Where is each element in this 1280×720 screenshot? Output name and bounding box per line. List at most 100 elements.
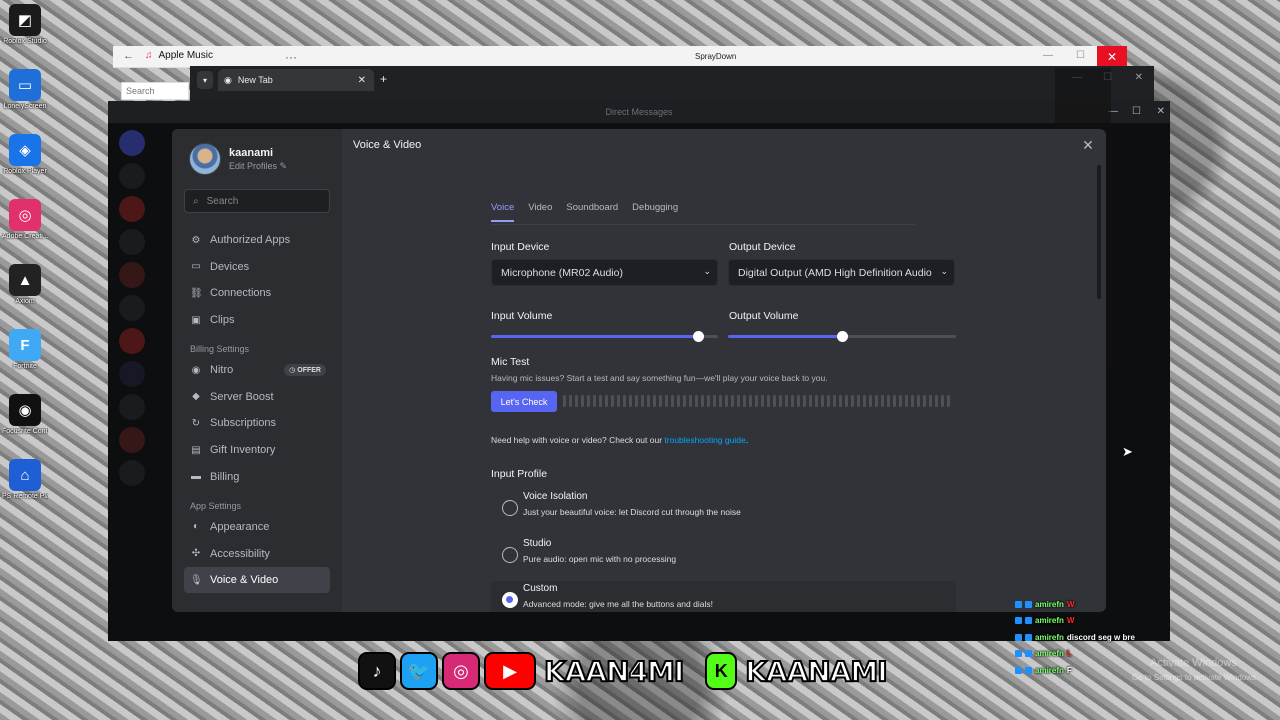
tab-soundboard[interactable]: Soundboard (566, 202, 618, 222)
nav-authorized-apps[interactable]: ⚙ Authorized Apps (184, 227, 330, 253)
desktop-icon-focusrite[interactable]: ◉Focusrite Control (2, 394, 48, 459)
back-arrow-icon[interactable]: ← (123, 50, 134, 62)
output-volume-slider[interactable] (728, 331, 956, 342)
tab-search-icon[interactable]: ▾ (197, 71, 213, 89)
meter-bar (635, 395, 638, 407)
lets-check-button[interactable]: Let's Check (491, 391, 557, 412)
app-settings-heading: App Settings (190, 500, 242, 511)
nav-server-boost[interactable]: ◆ Server Boost (184, 384, 330, 410)
desktop-icon-adobe[interactable]: ◎ Adobe Creati... (2, 199, 48, 264)
meter-bar (791, 395, 794, 407)
settings-nav: ⚙ Authorized Apps ▭ Devices ⛓ Connections ▣… (184, 227, 330, 594)
nav-accessibility[interactable]: ✣ Accessibility (184, 541, 330, 567)
maximize-icon[interactable]: ☐ (1132, 106, 1141, 117)
badge-icon (1015, 617, 1022, 625)
input-volume-slider[interactable] (491, 331, 718, 342)
microphone-icon: 🎙 (190, 574, 203, 586)
nav-appearance[interactable]: ◐ Appearance (184, 514, 330, 540)
tab-video[interactable]: Video (528, 202, 552, 222)
desktop-icon-lonelyscreen[interactable]: ▭ LonelyScreen (2, 69, 48, 134)
settings-search-input[interactable]: ⌕ Search (184, 189, 330, 213)
meter-bar (833, 395, 836, 407)
nav-billing[interactable]: ▬ Billing (184, 464, 330, 490)
nav-gift-inventory[interactable]: ▤ Gift Inventory (184, 437, 330, 463)
meter-bar (947, 395, 950, 407)
chrome-tab[interactable]: ◉ New Tab ✕ (218, 69, 374, 91)
profile-custom[interactable]: Custom Advanced mode: give me all the bu… (491, 581, 956, 612)
more-icon[interactable]: ··· (285, 50, 297, 64)
discord-titlebar: Direct Messages — ☐ ✕ (108, 101, 1170, 123)
close-icon[interactable]: ✕ (1157, 106, 1165, 117)
profile-studio[interactable]: Studio Pure audio: open mic with no proc… (491, 536, 956, 576)
nav-subscriptions[interactable]: ↻ Subscriptions (184, 410, 330, 436)
meter-bar (581, 395, 584, 407)
meter-bar (689, 395, 692, 407)
output-volume-handle[interactable] (837, 331, 848, 342)
tab-debugging[interactable]: Debugging (632, 202, 678, 222)
chat-message: amirefn W (1015, 596, 1175, 613)
meter-bar (587, 395, 590, 407)
input-profile-title: Input Profile (491, 468, 548, 480)
meter-bar (605, 395, 608, 407)
desktop-icon-fortnite[interactable]: F Fortnite (2, 329, 48, 394)
edit-profiles-link[interactable]: Edit Profiles ✎ (229, 161, 287, 172)
meter-bar (617, 395, 620, 407)
desktop-icons: ◩ Roblox Studio ▭ LonelyScreen ◈ Roblox Pla… (2, 4, 48, 524)
nav-clips[interactable]: ▣ Clips (184, 307, 330, 333)
radio-button[interactable] (502, 500, 518, 516)
scrollbar[interactable] (1097, 165, 1101, 299)
desktop-icon-ps-remote[interactable]: ⌂PS Remote Play (2, 459, 48, 524)
tab-voice[interactable]: Voice (491, 202, 515, 222)
boost-icon: ◆ (192, 391, 200, 403)
meter-bar (857, 395, 860, 407)
close-icon[interactable]: ✕ (1081, 138, 1095, 152)
minimize-icon[interactable]: — (1043, 50, 1053, 61)
meter-bar (599, 395, 602, 407)
meter-bar (803, 395, 806, 407)
desktop-icon-roblox-studio[interactable]: ◩ Roblox Studio (2, 4, 48, 69)
tab-close-icon[interactable]: ✕ (358, 75, 366, 86)
offer-badge: ◷ OFFER (284, 364, 326, 377)
new-tab-icon[interactable]: + (380, 72, 387, 86)
meter-bar (917, 395, 920, 407)
focusrite-icon: ◉ (9, 394, 41, 426)
meter-bar (653, 395, 656, 407)
meter-bar (815, 395, 818, 407)
apple-music-search[interactable]: Search (121, 82, 189, 100)
nav-nitro[interactable]: ◉ Nitro ◷ OFFER (184, 357, 330, 383)
accessibility-icon: ✣ (191, 548, 201, 559)
desktop-icon-axiom[interactable]: ▲ Axiom (2, 264, 48, 329)
badge-icon (1015, 633, 1022, 641)
input-volume-handle[interactable] (692, 331, 704, 342)
meter-bar (623, 395, 626, 407)
nav-devices[interactable]: ▭ Devices (184, 254, 330, 280)
kick-icon: K (705, 652, 738, 690)
badge-icon (1015, 650, 1022, 658)
user-profile[interactable]: kaanami Edit Profiles ✎ (189, 143, 287, 175)
output-device-select[interactable]: Digital Output (AMD High Definition Audi… (728, 259, 955, 286)
meter-bar (875, 395, 878, 407)
radio-button-selected[interactable] (502, 592, 518, 608)
clock-icon: ◷ (289, 367, 296, 375)
search-icon: ⌕ (193, 195, 199, 207)
troubleshooting-guide-link[interactable]: troubleshooting guide (664, 435, 745, 445)
meter-bar (899, 395, 902, 407)
profile-voice-isolation[interactable]: Voice Isolation Just your beautiful voic… (491, 489, 956, 529)
lonelyscreen-icon: ▭ (9, 69, 41, 101)
maximize-icon[interactable]: ☐ (1076, 50, 1085, 61)
tiktok-icon: ♪ (358, 652, 396, 690)
desktop-icon-roblox-player[interactable]: ◈ Roblox Player (2, 134, 48, 199)
apple-music-icon: ♫ (145, 50, 153, 61)
radio-button[interactable] (502, 547, 518, 563)
close-window-button[interactable]: ✕ (1097, 46, 1127, 68)
input-device-select[interactable]: Microphone (MR02 Audio) ⌄ (491, 259, 718, 286)
badge-icon (1025, 600, 1032, 608)
nav-connections[interactable]: ⛓ Connections (184, 280, 330, 306)
close-icon[interactable]: ✕ (1135, 72, 1143, 83)
billing-settings-heading: Billing Settings (190, 344, 250, 355)
nitro-icon: ◉ (191, 364, 201, 376)
nav-voice-video[interactable]: 🎙 Voice & Video (184, 567, 330, 594)
axiom-icon: ▲ (9, 264, 41, 296)
username: kaanami (229, 146, 274, 159)
mic-level-meter (563, 395, 957, 407)
